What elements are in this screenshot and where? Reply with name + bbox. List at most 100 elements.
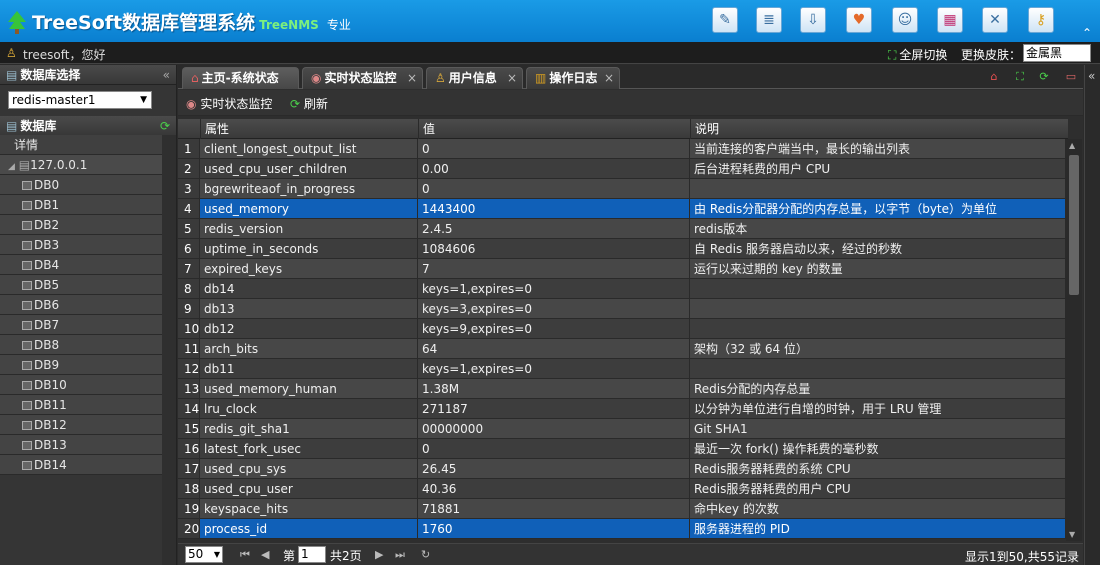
skin-select[interactable]: 金属黑 [1023, 44, 1091, 62]
table-row[interactable]: 4 used_memory 1443400 由 Redis分配器分配的内存总量，以字节… [178, 199, 1066, 219]
tab-monitor[interactable]: ◉ 实时状态监控 × [302, 67, 423, 89]
prev-page-icon[interactable]: ◀ [261, 548, 269, 561]
database-icon: ▤ [6, 68, 18, 82]
property-cell: db12 [200, 319, 418, 339]
fullscreen-toggle[interactable]: ⛶ 全屏切换 [888, 46, 947, 63]
scrollbar-thumb[interactable] [1069, 155, 1079, 295]
calendar-icon[interactable]: ▦ [937, 7, 963, 33]
list-icon[interactable]: ≣ [756, 7, 782, 33]
refresh-icon[interactable]: ⟳ [1035, 68, 1053, 86]
reload-icon[interactable]: ↻ [421, 548, 430, 561]
table-row[interactable]: 13 used_memory_human 1.38M Redis分配的内存总量 [178, 379, 1066, 399]
table-row[interactable]: 14 lru_clock 271187 以分钟为单位进行自增的时钟，用于 LRU 管理 [178, 399, 1066, 419]
row-number-header [178, 119, 200, 139]
scroll-up-icon[interactable]: ▲ [1069, 141, 1075, 150]
tree-item-db[interactable]: DB14 [0, 455, 162, 475]
table-row[interactable]: 8 db14 keys=1,expires=0 [178, 279, 1066, 299]
description-cell: 命中key 的次数 [690, 499, 1066, 519]
tree-item-db[interactable]: DB4 [0, 255, 162, 275]
table-row[interactable]: 1 client_longest_output_list 0 当前连接的客户端当中，最… [178, 139, 1066, 159]
collapse-left-icon[interactable]: « [163, 65, 170, 85]
table-row[interactable]: 6 uptime_in_seconds 1084606 自 Redis 服务器启动以来… [178, 239, 1066, 259]
window-icon[interactable]: ▭ [1062, 68, 1080, 86]
tree-item-db[interactable]: DB6 [0, 295, 162, 315]
column-header-value[interactable]: 值 [418, 119, 690, 139]
edit-icon[interactable]: ✎ [712, 7, 738, 33]
last-page-icon[interactable]: ⏭ [395, 548, 405, 562]
row-number: 13 [178, 379, 200, 399]
table-row[interactable]: 9 db13 keys=3,expires=0 [178, 299, 1066, 319]
table-row[interactable]: 2 used_cpu_user_children 0.00 后台进程耗费的用户 CPU [178, 159, 1066, 179]
table-row[interactable]: 18 used_cpu_user 40.36 Redis服务器耗费的用户 CPU [178, 479, 1066, 499]
tab-home[interactable]: ⌂ 主页-系统状态 [182, 67, 299, 89]
collapse-right-icon[interactable]: « [1088, 69, 1095, 83]
tree-item-db[interactable]: DB11 [0, 395, 162, 415]
tree-item-db[interactable]: DB13 [0, 435, 162, 455]
page-size-select[interactable]: 50 ▼ [185, 546, 223, 563]
tree-item-db[interactable]: DB3 [0, 235, 162, 255]
table-row[interactable]: 11 arch_bits 64 架构（32 或 64 位） [178, 339, 1066, 359]
page-number-input[interactable]: 1 [298, 546, 326, 563]
key-icon[interactable]: ⚷ [1028, 7, 1054, 33]
tab-user-info[interactable]: ♙ 用户信息 × [426, 67, 523, 89]
home-icon[interactable]: ⌂ [985, 68, 1003, 86]
tree-item-db[interactable]: DB10 [0, 375, 162, 395]
tab-label: 实时状态监控 [324, 71, 397, 85]
tree-item-db[interactable]: DB12 [0, 415, 162, 435]
tree-item-detail[interactable]: 详情 [0, 135, 162, 155]
tree-item-root[interactable]: ◢ ▤127.0.0.1 [0, 155, 162, 175]
table-row[interactable]: 7 expired_keys 7 运行以来过期的 key 的数量 [178, 259, 1066, 279]
tree-item-db[interactable]: DB8 [0, 335, 162, 355]
monitor-button[interactable]: ◉ 实时状态监控 [186, 95, 272, 112]
property-cell: arch_bits [200, 339, 418, 359]
tools-icon[interactable]: ✕ [982, 7, 1008, 33]
tree-item-db[interactable]: DB9 [0, 355, 162, 375]
table-row[interactable]: 19 keyspace_hits 71881 命中key 的次数 [178, 499, 1066, 519]
table-row[interactable]: 20 process_id 1760 服务器进程的 PID [178, 519, 1066, 539]
property-cell: redis_version [200, 219, 418, 239]
table-row[interactable]: 3 bgrewriteaof_in_progress 0 [178, 179, 1066, 199]
value-cell: keys=9,expires=0 [418, 319, 690, 339]
column-header-description[interactable]: 说明 [690, 119, 1068, 139]
tab-logs[interactable]: ▥ 操作日志 × [526, 67, 620, 89]
monitor-icon: ◉ [311, 71, 322, 85]
table-row[interactable]: 16 latest_fork_usec 0 最近一次 fork() 操作耗费的毫秒数 [178, 439, 1066, 459]
database-select[interactable]: redis-master1 ▼ [8, 91, 152, 109]
fullscreen-icon[interactable]: ⛶ [1011, 68, 1029, 86]
table-row[interactable]: 12 db11 keys=1,expires=0 [178, 359, 1066, 379]
tree-scrollbar[interactable] [162, 135, 176, 565]
monitor-button-label: 实时状态监控 [200, 97, 273, 111]
expand-icon[interactable]: ◢ [8, 162, 15, 172]
download-icon[interactable]: ⇩ [800, 7, 826, 33]
refresh-icon[interactable]: ⟳ [160, 116, 170, 136]
table-row[interactable]: 5 redis_version 2.4.5 redis版本 [178, 219, 1066, 239]
row-number: 14 [178, 399, 200, 419]
tree-db-label: DB12 [34, 418, 67, 432]
description-cell: 服务器进程的 PID [690, 519, 1066, 539]
grid-scrollbar[interactable]: ▲ ▼ [1066, 139, 1082, 541]
tree-item-db[interactable]: DB5 [0, 275, 162, 295]
app-logo: TreeSoft数据库管理系统 TreeNMS 专业 [6, 8, 351, 35]
close-icon[interactable]: × [507, 68, 517, 88]
scroll-down-icon[interactable]: ▼ [1069, 530, 1075, 539]
refresh-button[interactable]: ⟳ 刷新 [290, 95, 328, 112]
close-icon[interactable]: × [407, 68, 417, 88]
column-header-property[interactable]: 属性 [200, 119, 418, 139]
property-cell: process_id [200, 519, 418, 539]
table-row[interactable]: 10 db12 keys=9,expires=0 [178, 319, 1066, 339]
heart-icon[interactable]: ♥ [846, 7, 872, 33]
tree-db-label: DB1 [34, 198, 60, 212]
description-cell: 运行以来过期的 key 的数量 [690, 259, 1066, 279]
first-page-icon[interactable]: ⏮ [240, 548, 250, 562]
grid-header: 属性 值 说明 [178, 119, 1068, 139]
close-icon[interactable]: × [604, 68, 614, 88]
collapse-header-icon[interactable]: ⌃ [1082, 26, 1092, 40]
table-row[interactable]: 17 used_cpu_sys 26.45 Redis服务器耗费的系统 CPU [178, 459, 1066, 479]
tree-item-db[interactable]: DB1 [0, 195, 162, 215]
tree-item-db[interactable]: DB7 [0, 315, 162, 335]
tree-item-db[interactable]: DB2 [0, 215, 162, 235]
user-icon[interactable]: ☺ [892, 7, 918, 33]
tree-item-db[interactable]: DB0 [0, 175, 162, 195]
next-page-icon[interactable]: ▶ [375, 548, 383, 561]
table-row[interactable]: 15 redis_git_sha1 00000000 Git SHA1 [178, 419, 1066, 439]
